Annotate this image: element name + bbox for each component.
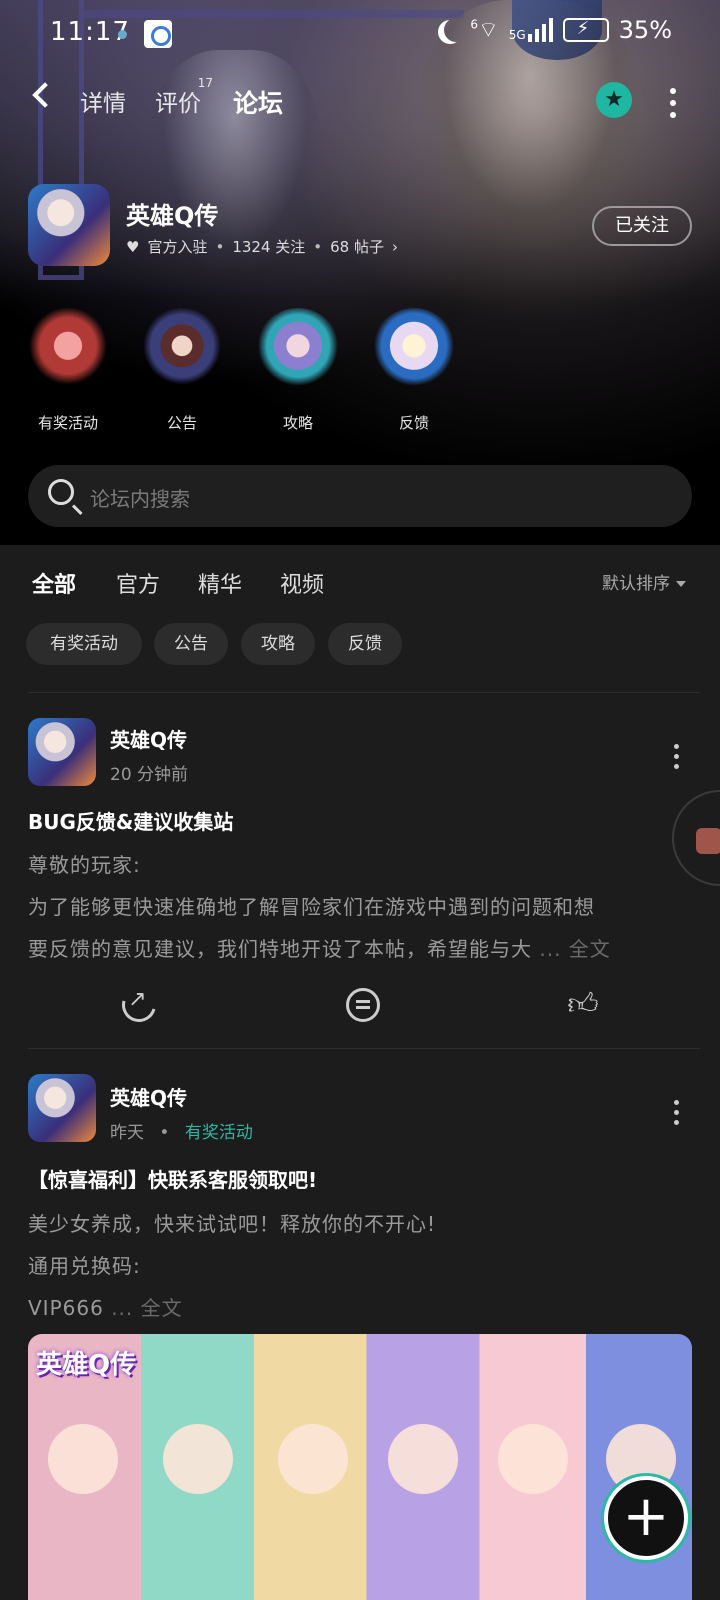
category-guides-image — [256, 308, 340, 392]
post-time: 20 分钟前 — [110, 765, 189, 785]
post-body-line: VIP666 ... 全文 — [28, 1292, 696, 1321]
search-input[interactable]: 论坛内搜索 — [28, 465, 692, 527]
category-label: 攻略 — [282, 414, 313, 432]
post-author-name[interactable]: 英雄Q传 — [110, 1082, 187, 1111]
chevron-right-icon: › — [392, 237, 398, 256]
battery-icon — [562, 18, 609, 42]
post-meta: 昨天 • 有奖活动 — [110, 1123, 253, 1143]
filter-tab-all[interactable]: 全部 — [32, 567, 76, 599]
character-face — [48, 1424, 118, 1494]
character-face — [388, 1424, 458, 1494]
status-bar: 11:17 6⌔ 5G 35% — [0, 0, 720, 68]
post-count: 68 帖子 — [330, 238, 384, 256]
signal-icon: 5G — [509, 18, 553, 42]
chip-feedback[interactable]: 反馈 — [328, 623, 402, 665]
filter-tab-video[interactable]: 视频 — [280, 567, 324, 599]
game-meta[interactable]: ♥ 官方入驻 • 1324 关注 • 68 帖子 › — [126, 236, 398, 257]
post-author-avatar[interactable] — [28, 718, 96, 786]
official-heart-icon: ♥ — [126, 237, 140, 256]
character-face — [163, 1424, 233, 1494]
do-not-disturb-moon-icon — [444, 18, 468, 42]
category-feedback-image — [372, 308, 456, 392]
post-body-line: 要反馈的意见建议，我们特地开设了本帖，希望能与大 ... 全文 — [28, 933, 696, 962]
category-feedback[interactable]: 反馈 — [364, 308, 464, 433]
post-banner-image[interactable]: 英雄Q传 — [28, 1334, 692, 1600]
back-arrow-icon[interactable] — [32, 82, 58, 108]
post-more-icon[interactable] — [672, 744, 680, 774]
post-title[interactable]: BUG反馈&建议收集站 — [28, 806, 233, 835]
post-body-line: 尊敬的玩家: — [28, 853, 141, 877]
post-body-line: 为了能够更快速准确地了解冒险家们在游戏中遇到的问题和想 — [28, 895, 595, 919]
post-time: 昨天 — [110, 1123, 144, 1143]
more-options-icon[interactable] — [668, 88, 678, 118]
read-more-link[interactable]: ... 全文 — [539, 937, 610, 961]
active-tab-underline — [227, 118, 290, 124]
network-type-label: 5G — [508, 28, 526, 42]
chip-announcements[interactable]: 公告 — [154, 623, 228, 665]
character-face — [498, 1424, 568, 1494]
chip-guides[interactable]: 攻略 — [241, 623, 315, 665]
search-placeholder: 论坛内搜索 — [90, 487, 190, 511]
filter-tab-official[interactable]: 官方 — [116, 567, 160, 599]
top-navigation: 详情 评价 17 论坛 ★ — [0, 70, 720, 130]
post-body-line: 美少女养成，快来试试吧！释放你的不开心! — [28, 1212, 437, 1236]
comment-icon[interactable] — [346, 988, 380, 1022]
sort-dropdown[interactable]: 默认排序 — [602, 569, 686, 594]
read-more-link[interactable]: ... 全文 — [111, 1296, 182, 1320]
tab-reviews-label: 评价 — [155, 91, 201, 117]
category-announcements-image — [140, 308, 224, 392]
post-actions: 👍︎ — [0, 981, 720, 1029]
chip-rewards[interactable]: 有奖活动 — [26, 623, 142, 665]
tab-forum[interactable]: 论坛 — [227, 84, 290, 124]
post-body-text: 要反馈的意见建议，我们特地开设了本帖，希望能与大 — [28, 937, 532, 961]
sort-label: 默认排序 — [602, 574, 670, 594]
wifi-icon: 6⌔ — [470, 17, 499, 43]
battery-percent: 35% — [618, 16, 672, 44]
category-label: 有奖活动 — [37, 414, 98, 432]
tab-forum-label: 论坛 — [233, 89, 284, 118]
caret-down-icon — [676, 581, 686, 587]
divider — [28, 692, 700, 693]
divider — [28, 1048, 700, 1049]
tab-details[interactable]: 详情 — [80, 84, 126, 118]
filter-tab-featured[interactable]: 精华 — [198, 567, 242, 599]
post-title[interactable]: 【惊喜福利】快联系客服领取吧! — [28, 1164, 317, 1193]
post-body-line: 通用兑换码: — [28, 1254, 141, 1278]
category-label: 反馈 — [398, 414, 429, 432]
tab-reviews[interactable]: 评价 17 — [155, 76, 213, 118]
post-tag[interactable]: 有奖活动 — [185, 1123, 253, 1143]
favorite-star-icon[interactable]: ★ — [596, 82, 632, 118]
wifi-network-label: 6 — [470, 17, 479, 32]
post-body-text: VIP666 — [28, 1296, 104, 1320]
new-post-plus-button[interactable]: + — [604, 1476, 688, 1560]
follow-button[interactable]: 已关注 — [592, 206, 692, 246]
character-face — [278, 1424, 348, 1494]
banner-game-logo: 英雄Q传 — [36, 1350, 137, 1380]
post-more-icon[interactable] — [672, 1100, 680, 1130]
game-title: 英雄Q传 — [126, 202, 219, 230]
app-notification-icon — [144, 20, 172, 48]
category-announcements[interactable]: 公告 — [132, 308, 232, 433]
game-icon[interactable] — [28, 184, 110, 266]
tab-reviews-badge: 17 — [197, 76, 213, 90]
post-author-name[interactable]: 英雄Q传 — [110, 724, 187, 753]
status-right-icons: 6⌔ 5G 35% — [436, 16, 672, 44]
search-icon — [48, 479, 74, 505]
category-guides[interactable]: 攻略 — [248, 308, 348, 433]
category-rewards-image — [26, 308, 110, 392]
follow-count: 1324 关注 — [232, 238, 306, 256]
category-label: 公告 — [166, 414, 197, 432]
category-rewards[interactable]: 有奖活动 — [18, 308, 118, 433]
post-author-avatar[interactable] — [28, 1074, 96, 1142]
share-icon[interactable] — [115, 981, 163, 1029]
filter-tab-label: 全部 — [32, 573, 77, 598]
notification-dot-icon — [118, 30, 127, 39]
like-thumb-icon[interactable]: 👍︎ — [566, 988, 600, 1022]
official-label: 官方入驻 — [147, 238, 208, 256]
